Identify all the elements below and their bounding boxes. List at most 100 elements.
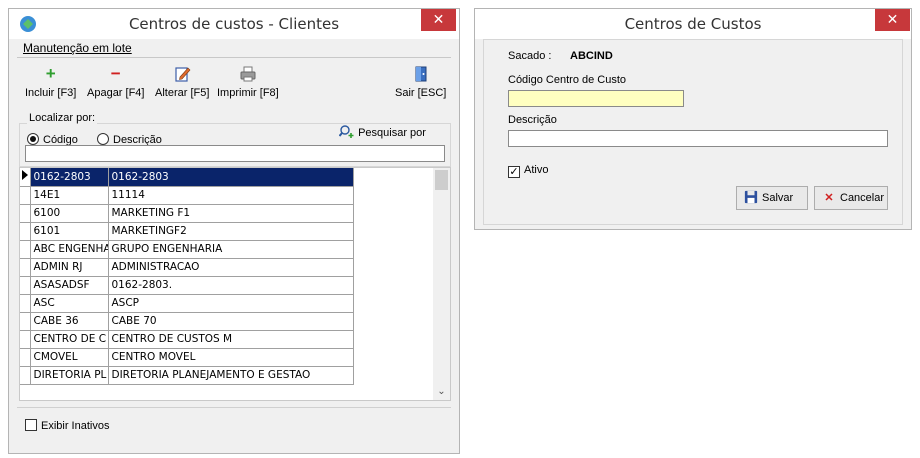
- cell-codigo[interactable]: 0162-2803: [30, 168, 109, 187]
- row-indicator: [20, 168, 31, 187]
- ativo-checkbox[interactable]: ✓ Ativo: [508, 164, 548, 178]
- cell-codigo[interactable]: ASC: [30, 294, 109, 313]
- incluir-label: Incluir [F3]: [25, 87, 77, 99]
- close-button[interactable]: ✕: [421, 9, 456, 31]
- table-row[interactable]: CMOVEL CENTRO MOVEL: [20, 348, 354, 367]
- cell-codigo[interactable]: CABE 36: [30, 312, 109, 331]
- cell-codigo[interactable]: 6100: [30, 204, 109, 223]
- window-title: Centros de custos - Clientes: [128, 15, 340, 33]
- row-indicator: [20, 348, 31, 367]
- vertical-scrollbar[interactable]: ⌄: [433, 168, 450, 400]
- codigo-label: Código Centro de Custo: [508, 74, 627, 86]
- pesquisar-button[interactable]: Pesquisar por: [338, 125, 426, 139]
- menu-label: Manutenção em lote: [23, 41, 132, 55]
- exibir-inativos-box: [25, 419, 37, 431]
- close-icon: ✕: [886, 12, 899, 28]
- cell-codigo[interactable]: 6101: [30, 222, 109, 241]
- close-icon: ✕: [432, 12, 445, 28]
- cell-descricao[interactable]: CENTRO DE CUSTOS M: [108, 330, 354, 349]
- apagar-label: Apagar [F4]: [87, 87, 145, 99]
- cell-descricao[interactable]: CENTRO MOVEL: [108, 348, 354, 367]
- pesquisar-label: Pesquisar por: [358, 127, 426, 139]
- alterar-button[interactable]: Alterar [F5]: [155, 65, 209, 99]
- cell-codigo[interactable]: CMOVEL: [30, 348, 109, 367]
- row-indicator: [20, 204, 31, 223]
- cell-descricao[interactable]: 0162-2803: [108, 168, 354, 187]
- codigo-input[interactable]: [508, 90, 684, 107]
- imprimir-label: Imprimir [F8]: [217, 87, 279, 99]
- table-row[interactable]: DIRETORIA PL DIRETORIA PLANEJAMENTO E GES…: [20, 366, 354, 385]
- current-row-arrow-icon: [22, 170, 28, 181]
- title-bar[interactable]: Centros de Custos ✕: [475, 9, 911, 39]
- cell-descricao[interactable]: GRUPO ENGENHARIA: [108, 240, 354, 259]
- cell-codigo[interactable]: 14E1: [30, 186, 109, 205]
- apagar-button[interactable]: − Apagar [F4]: [87, 64, 145, 100]
- search-group-label: Localizar por:: [27, 112, 98, 124]
- row-indicator: [20, 312, 31, 331]
- table-row[interactable]: 6100 MARKETING F1: [20, 204, 354, 223]
- search-add-icon: [338, 125, 354, 138]
- table-row[interactable]: ASASADSF 0162-2803.: [20, 276, 354, 295]
- table-row[interactable]: 14E1 11114: [20, 186, 354, 205]
- close-button[interactable]: ✕: [875, 9, 910, 31]
- menu-manutencao-em-lote[interactable]: Manutenção em lote: [23, 41, 132, 55]
- grid-table: 0162-2803 0162-2803 14E1 11114 6100 MARKETING…: [20, 168, 354, 385]
- cell-descricao[interactable]: 0162-2803.: [108, 276, 354, 295]
- table-row[interactable]: CENTRO DE C CENTRO DE CUSTOS M: [20, 330, 354, 349]
- cell-descricao[interactable]: 11114: [108, 186, 354, 205]
- cell-codigo[interactable]: ASASADSF: [30, 276, 109, 295]
- check-icon: ✓: [508, 166, 520, 178]
- printer-icon: [240, 66, 256, 82]
- cell-descricao[interactable]: MARKETING F1: [108, 204, 354, 223]
- sacado-value: ABCIND: [570, 50, 613, 62]
- scroll-down-icon[interactable]: ⌄: [433, 384, 450, 400]
- cost-center-grid[interactable]: 0162-2803 0162-2803 14E1 11114 6100 MARKETING…: [19, 167, 451, 401]
- title-bar[interactable]: Centros de custos - Clientes ✕: [9, 9, 459, 39]
- footer-divider: [17, 407, 451, 408]
- salvar-button[interactable]: Salvar: [736, 186, 808, 210]
- ativo-label: Ativo: [524, 164, 549, 176]
- cell-descricao[interactable]: ASCP: [108, 294, 354, 313]
- table-row[interactable]: 6101 MARKETINGF2: [20, 222, 354, 241]
- imprimir-button[interactable]: Imprimir [F8]: [217, 65, 279, 99]
- cell-descricao[interactable]: DIRETORIA PLANEJAMENTO E GESTAO: [108, 366, 354, 385]
- search-input[interactable]: [25, 145, 445, 162]
- cancel-x-icon: ✕: [824, 192, 834, 204]
- cell-codigo[interactable]: CENTRO DE C: [30, 330, 109, 349]
- cost-center-edit-window: Centros de Custos ✕ Sacado : ABCIND Códi…: [474, 8, 912, 230]
- cell-descricao[interactable]: CABE 70: [108, 312, 354, 331]
- table-row[interactable]: ABC ENGENHA GRUPO ENGENHARIA: [20, 240, 354, 259]
- row-indicator: [20, 330, 31, 349]
- row-indicator: [20, 276, 31, 295]
- descricao-input[interactable]: [508, 130, 888, 147]
- form-panel: Sacado : ABCIND Código Centro de Custo D…: [483, 39, 903, 225]
- alterar-label: Alterar [F5]: [155, 87, 210, 99]
- save-disk-icon: [744, 190, 758, 204]
- cancelar-button[interactable]: ✕ Cancelar: [814, 186, 888, 210]
- row-indicator: [20, 366, 31, 385]
- customers-cost-centers-window: Centros de custos - Clientes ✕ Manutençã…: [8, 8, 460, 454]
- radio-codigo-indicator: [27, 133, 39, 145]
- sair-button[interactable]: Sair [ESC]: [395, 65, 446, 99]
- table-row[interactable]: ADMIN RJ ADMINISTRACAO: [20, 258, 354, 277]
- cell-codigo[interactable]: ABC ENGENHA: [30, 240, 109, 259]
- exibir-inativos-checkbox[interactable]: Exibir Inativos: [25, 419, 109, 432]
- edit-icon: [175, 67, 191, 82]
- cell-codigo[interactable]: ADMIN RJ: [30, 258, 109, 277]
- sacado-label: Sacado :: [508, 50, 552, 62]
- incluir-button[interactable]: + Incluir [F3]: [25, 64, 77, 100]
- window-title: Centros de Custos: [624, 15, 762, 33]
- minus-icon: −: [110, 64, 121, 83]
- cell-descricao[interactable]: ADMINISTRACAO: [108, 258, 354, 277]
- plus-icon: +: [45, 64, 56, 83]
- scrollbar-thumb[interactable]: [435, 170, 448, 190]
- row-indicator: [20, 186, 31, 205]
- cancelar-label: Cancelar: [840, 192, 885, 204]
- table-row[interactable]: CABE 36 CABE 70: [20, 312, 354, 331]
- cell-descricao[interactable]: MARKETINGF2: [108, 222, 354, 241]
- cell-codigo[interactable]: DIRETORIA PL: [30, 366, 109, 385]
- sair-label: Sair [ESC]: [395, 87, 447, 99]
- radio-descricao-indicator: [97, 133, 109, 145]
- table-row[interactable]: ASC ASCP: [20, 294, 354, 313]
- table-row[interactable]: 0162-2803 0162-2803: [20, 168, 354, 187]
